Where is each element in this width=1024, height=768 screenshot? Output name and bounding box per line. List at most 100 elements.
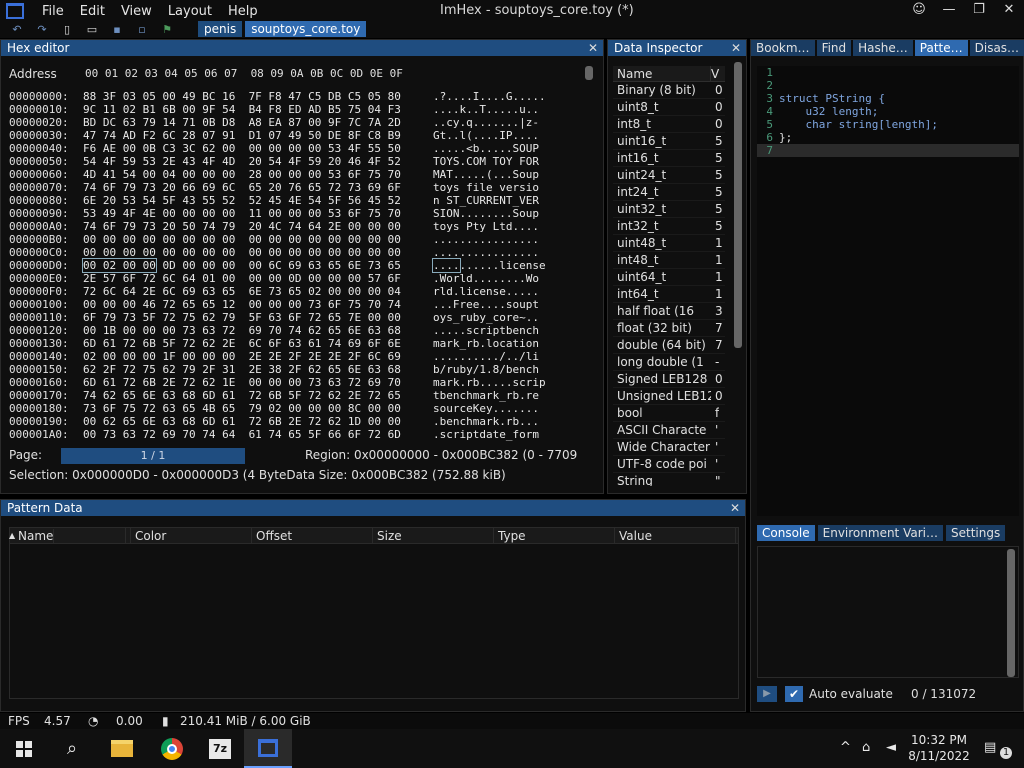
tab-disassembler[interactable]: Disas… <box>969 40 1024 56</box>
inspector-row[interactable]: ASCII Characte ' <box>613 422 725 439</box>
hex-row-ascii[interactable]: .?....I....G..... <box>433 90 563 103</box>
hex-row-bytes[interactable]: 53 49 4F 4E 00 00 00 00 11 00 00 00 53 6… <box>83 207 433 220</box>
open-file-icon[interactable]: ▭ <box>84 23 100 36</box>
hex-row-bytes[interactable]: 47 74 AD F2 6C 28 07 91 D1 07 49 50 DE 8… <box>83 129 433 142</box>
hex-row[interactable]: 00000190: 00 62 65 6E 63 68 6D 61 72 6B 2… <box>9 415 579 428</box>
hex-row-ascii[interactable]: ................ <box>433 246 563 259</box>
inspector-row[interactable]: int8_t 0 <box>613 116 725 133</box>
col-name[interactable]: Name ▲ <box>9 528 131 544</box>
hex-row-bytes[interactable]: 00 62 65 6E 63 68 6D 61 72 6B 2E 72 62 1… <box>83 415 433 428</box>
menu-help[interactable]: Help <box>220 4 266 19</box>
network-icon[interactable]: ⌂ <box>862 740 870 755</box>
hex-row[interactable]: 00000180: 73 6F 75 72 63 65 4B 65 79 02 0… <box>9 402 579 415</box>
system-clock[interactable]: 10:32 PM 8/11/2022 <box>906 732 972 764</box>
col-type[interactable]: Type <box>494 528 615 543</box>
menu-layout[interactable]: Layout <box>160 4 220 19</box>
inspector-row[interactable]: long double (1- <box>613 354 725 371</box>
inspector-row[interactable]: UTF-8 code poi ' <box>613 456 725 473</box>
hex-row[interactable]: 000000F0: 72 6C 64 2E 6C 69 63 65 6E 73 6… <box>9 285 579 298</box>
hex-row[interactable]: 00000060: 4D 41 54 00 04 00 00 00 28 00 0… <box>9 168 579 181</box>
col-value[interactable]: Value <box>615 528 736 543</box>
tab-settings[interactable]: Settings <box>945 525 1006 541</box>
tab-hashes[interactable]: Hashe… <box>853 40 913 56</box>
inspector-row[interactable]: uint24_t 5 <box>613 167 725 184</box>
hex-row[interactable]: 00000100: 00 00 00 46 72 65 65 12 00 00 0… <box>9 298 579 311</box>
play-icon[interactable]: ▶ <box>757 686 777 702</box>
col-size[interactable]: Size <box>373 528 494 543</box>
inspector-col-value[interactable]: V <box>711 66 719 81</box>
hex-row-bytes[interactable]: 2E 57 6F 72 6C 64 01 00 00 00 0D 00 00 0… <box>83 272 433 285</box>
hex-row-ascii[interactable]: MAT.....(...Soup <box>433 168 563 181</box>
tab-souptoys-core[interactable]: souptoys_core.toy <box>245 21 367 37</box>
hex-row[interactable]: 00000080: 6E 20 53 54 5F 43 55 52 52 45 4… <box>9 194 579 207</box>
redo-icon[interactable]: ↷ <box>34 23 50 36</box>
console-output[interactable] <box>757 546 1019 678</box>
hex-row[interactable]: 00000110: 6F 79 73 5F 72 75 62 79 5F 63 6… <box>9 311 579 324</box>
inspector-row[interactable]: uint16_t 5 <box>613 133 725 150</box>
hex-row-ascii[interactable]: toys Pty Ltd.... <box>433 220 563 233</box>
inspector-row[interactable]: int16_t 5 <box>613 150 725 167</box>
inspector-row[interactable]: int64_t 1 <box>613 286 725 303</box>
start-button[interactable] <box>0 729 48 768</box>
tab-find[interactable]: Find <box>816 40 852 56</box>
hex-row[interactable]: 00000010: 9C 11 02 B1 6B 00 9F 54 B4 F8 E… <box>9 103 579 116</box>
inspector-scrollbar[interactable] <box>734 62 742 348</box>
notifications-icon[interactable]: ▤ <box>984 740 996 755</box>
hex-row-bytes[interactable]: 9C 11 02 B1 6B 00 9F 54 B4 F8 ED AD B5 7… <box>83 103 433 116</box>
close-icon[interactable]: ✕ <box>588 40 598 56</box>
hex-row-ascii[interactable]: n ST_CURRENT_VER <box>433 194 563 207</box>
hex-row-ascii[interactable]: .....scriptbench <box>433 324 563 337</box>
inspector-col-name[interactable]: Name <box>613 66 711 81</box>
hex-row-bytes[interactable]: 88 3F 03 05 00 49 BC 16 7F F8 47 C5 DB C… <box>83 90 433 103</box>
hex-row-ascii[interactable]: ...Free....soupt <box>433 298 563 311</box>
hex-row-bytes[interactable]: 74 6F 79 73 20 50 74 79 20 4C 74 64 2E 0… <box>83 220 433 233</box>
hex-row-ascii[interactable]: toys file versio <box>433 181 563 194</box>
hex-row-bytes[interactable]: 02 00 00 00 1F 00 00 00 2E 2E 2F 2E 2E 2… <box>83 350 433 363</box>
col-color[interactable]: Color <box>131 528 252 543</box>
inspector-row[interactable]: uint8_t 0 <box>613 99 725 116</box>
hex-row[interactable]: 000000B0: 00 00 00 00 00 00 00 00 00 00 0… <box>9 233 579 246</box>
hex-row-bytes[interactable]: 00 02 00 00 0D 00 00 00 00 6C 69 63 65 6… <box>82 258 433 273</box>
menu-edit[interactable]: Edit <box>72 4 113 19</box>
hex-row-ascii[interactable]: .World........Wo <box>433 272 563 285</box>
save-icon[interactable]: ▪ <box>109 23 125 36</box>
hex-row[interactable]: 00000070: 74 6F 79 73 20 66 69 6C 65 20 7… <box>9 181 579 194</box>
save-as-icon[interactable]: ▫ <box>134 23 150 36</box>
hex-row[interactable]: 00000000: 88 3F 03 05 00 49 BC 16 7F F8 4… <box>9 90 579 103</box>
hex-row-bytes[interactable]: BD DC 63 79 14 71 0B D8 A8 EA 87 00 9F 7… <box>83 116 433 129</box>
inspector-row[interactable]: Wide Character ' <box>613 439 725 456</box>
console-scrollbar[interactable] <box>1007 549 1015 677</box>
hex-row-bytes[interactable]: 73 6F 75 72 63 65 4B 65 79 02 00 00 00 8… <box>83 402 433 415</box>
inspector-row[interactable]: Signed LEB128 0 <box>613 371 725 388</box>
hex-row-ascii[interactable]: sourceKey....... <box>433 402 563 415</box>
inspector-row[interactable]: float (32 bit) 7 <box>613 320 725 337</box>
inspector-row[interactable]: int24_t 5 <box>613 184 725 201</box>
hex-row-ascii[interactable]: mark.rb.....scrip <box>433 376 563 389</box>
menu-file[interactable]: File <box>34 4 72 19</box>
inspector-row[interactable]: uint48_t 1 <box>613 235 725 252</box>
inspector-row[interactable]: String " <box>613 473 725 486</box>
hex-row-ascii[interactable]: TOYS.COM TOY FOR <box>433 155 563 168</box>
hex-row-bytes[interactable]: 00 00 00 46 72 65 65 12 00 00 00 73 6F 7… <box>83 298 433 311</box>
page-slider[interactable]: 1 / 1 <box>61 448 245 464</box>
volume-icon[interactable]: ◄ <box>886 740 896 755</box>
hex-row[interactable]: 000000C0: 00 00 00 00 00 00 00 00 00 00 0… <box>9 246 579 259</box>
hex-row[interactable]: 00000030: 47 74 AD F2 6C 28 07 91 D1 07 4… <box>9 129 579 142</box>
imhex-taskbar-icon[interactable] <box>244 729 292 768</box>
hex-row-ascii[interactable]: ................ <box>433 233 563 246</box>
inspector-row[interactable]: uint64_t 1 <box>613 269 725 286</box>
hex-row-bytes[interactable]: 6F 79 73 5F 72 75 62 79 5F 63 6F 72 65 7… <box>83 311 433 324</box>
hex-row-ascii[interactable]: ....k..T.....u.. <box>433 103 563 116</box>
hex-row[interactable]: 00000130: 6D 61 72 6B 5F 72 62 2E 6C 6F 6… <box>9 337 579 350</box>
maximize-button[interactable]: ❐ <box>964 0 994 20</box>
close-icon[interactable]: ✕ <box>731 40 741 56</box>
tab-pattern-editor[interactable]: Patte… <box>914 40 968 56</box>
hex-row[interactable]: 00000140: 02 00 00 00 1F 00 00 00 2E 2E 2… <box>9 350 579 363</box>
hex-row[interactable]: 00000120: 00 1B 00 00 00 73 63 72 69 70 7… <box>9 324 579 337</box>
inspector-row[interactable]: uint32_t 5 <box>613 201 725 218</box>
inspector-row[interactable]: double (64 bit) 7 <box>613 337 725 354</box>
hex-row-bytes[interactable]: 54 4F 59 53 2E 43 4F 4D 20 54 4F 59 20 4… <box>83 155 433 168</box>
tab-penis[interactable]: penis <box>198 21 243 37</box>
hex-row[interactable]: 000000D0: 00 02 00 00 0D 00 00 00 00 6C 6… <box>9 258 579 273</box>
inspector-row[interactable]: half float (16 3 <box>613 303 725 320</box>
